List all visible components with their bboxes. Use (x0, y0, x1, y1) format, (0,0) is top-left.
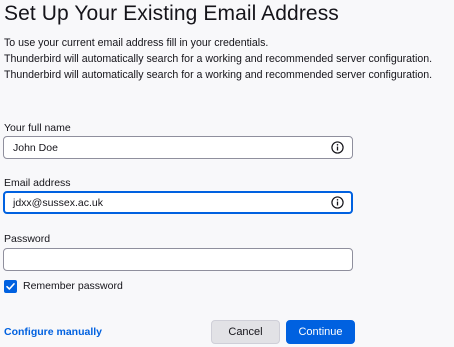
page-title: Set Up Your Existing Email Address (4, 2, 339, 25)
full-name-label: Your full name (4, 122, 71, 134)
email-value: jdxx@sussex.ac.uk (13, 197, 104, 209)
password-label: Password (4, 233, 51, 245)
intro-text-line-1: To use your current email address fill i… (4, 37, 269, 49)
configure-manually-link[interactable]: Configure manually (4, 326, 102, 338)
checkmark-icon (6, 283, 15, 290)
continue-button[interactable]: Continue (286, 320, 355, 344)
email-label: Email address (4, 177, 71, 189)
full-name-value: John Doe (13, 142, 58, 154)
intro-text-line-3: Thunderbird will automatically search fo… (4, 69, 433, 81)
remember-password-checkbox[interactable] (4, 280, 17, 293)
cancel-button[interactable]: Cancel (211, 320, 280, 344)
password-field[interactable] (3, 248, 353, 271)
full-name-field[interactable]: John Doe (3, 136, 353, 159)
email-field[interactable]: jdxx@sussex.ac.uk (3, 191, 353, 214)
info-icon[interactable] (331, 196, 344, 209)
intro-text-line-2: Thunderbird will automatically search fo… (4, 53, 433, 65)
info-icon[interactable] (331, 141, 344, 154)
remember-password-label[interactable]: Remember password (23, 280, 123, 292)
